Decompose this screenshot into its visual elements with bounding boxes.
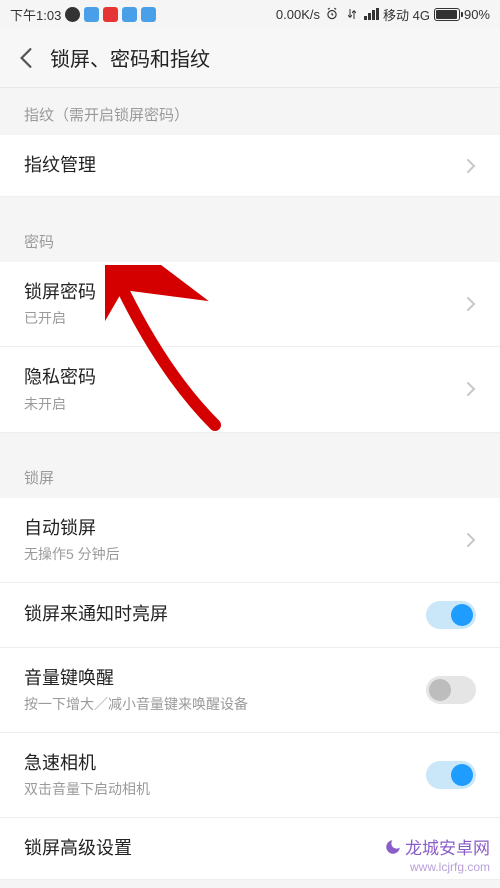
row-title: 锁屏高级设置 bbox=[24, 836, 476, 861]
row-volume-wake[interactable]: 音量键唤醒 按一下增大／减小音量键来唤醒设备 bbox=[0, 648, 500, 733]
app-tray-icon bbox=[84, 7, 99, 22]
row-title: 音量键唤醒 bbox=[24, 666, 426, 691]
app-tray-icon bbox=[122, 7, 137, 22]
section-gap bbox=[0, 433, 500, 451]
row-wake-on-notify[interactable]: 锁屏来通知时亮屏 bbox=[0, 583, 500, 648]
back-button[interactable] bbox=[12, 44, 40, 72]
page-header: 锁屏、密码和指纹 bbox=[0, 28, 500, 88]
row-title: 锁屏密码 bbox=[24, 280, 458, 305]
row-title: 急速相机 bbox=[24, 751, 426, 776]
battery-icon bbox=[434, 8, 460, 21]
alarm-icon bbox=[324, 6, 340, 22]
app-tray-icon bbox=[103, 7, 118, 22]
chevron-left-icon bbox=[19, 47, 33, 69]
app-tray-icon bbox=[141, 7, 156, 22]
status-right: 0.00K/s 移动 4G 90% bbox=[276, 5, 490, 24]
row-subtitle: 双击音量下启动相机 bbox=[24, 779, 426, 799]
section-header-password: 密码 bbox=[0, 215, 500, 262]
row-title: 锁屏来通知时亮屏 bbox=[24, 602, 426, 627]
app-tray-icon bbox=[65, 7, 80, 22]
row-subtitle: 已开启 bbox=[24, 308, 458, 328]
toggle-quick-camera[interactable] bbox=[426, 761, 476, 789]
section-gap bbox=[0, 197, 500, 215]
row-fingerprint-manage[interactable]: 指纹管理 bbox=[0, 135, 500, 197]
toggle-wake-on-notify[interactable] bbox=[426, 601, 476, 629]
row-auto-lock[interactable]: 自动锁屏 无操作5 分钟后 bbox=[0, 498, 500, 583]
chevron-right-icon bbox=[466, 158, 476, 174]
section-header-fingerprint: 指纹（需开启锁屏密码） bbox=[0, 88, 500, 135]
chevron-right-icon bbox=[466, 532, 476, 548]
page-title: 锁屏、密码和指纹 bbox=[50, 43, 210, 72]
row-title: 自动锁屏 bbox=[24, 516, 458, 541]
row-title: 指纹管理 bbox=[24, 153, 458, 178]
status-left: 下午1:03 bbox=[10, 5, 156, 24]
chevron-right-icon bbox=[466, 296, 476, 312]
toggle-volume-wake[interactable] bbox=[426, 676, 476, 704]
network-speed: 0.00K/s bbox=[276, 7, 320, 22]
row-subtitle: 无操作5 分钟后 bbox=[24, 544, 458, 564]
row-lockscreen-password[interactable]: 锁屏密码 已开启 bbox=[0, 262, 500, 347]
data-icon bbox=[344, 6, 360, 22]
status-bar: 下午1:03 0.00K/s 移动 4G 90% bbox=[0, 0, 500, 28]
chevron-right-icon bbox=[466, 381, 476, 397]
row-title: 隐私密码 bbox=[24, 365, 458, 390]
section-header-lockscreen: 锁屏 bbox=[0, 451, 500, 498]
row-privacy-password[interactable]: 隐私密码 未开启 bbox=[0, 347, 500, 432]
signal-icon bbox=[364, 8, 379, 20]
row-subtitle: 按一下增大／减小音量键来唤醒设备 bbox=[24, 694, 426, 714]
carrier-label: 移动 4G bbox=[383, 5, 430, 24]
row-advanced-lockscreen[interactable]: 锁屏高级设置 bbox=[0, 818, 500, 880]
status-time: 下午1:03 bbox=[10, 5, 61, 24]
row-quick-camera[interactable]: 急速相机 双击音量下启动相机 bbox=[0, 733, 500, 818]
battery-percent: 90% bbox=[464, 7, 490, 22]
row-subtitle: 未开启 bbox=[24, 394, 458, 414]
